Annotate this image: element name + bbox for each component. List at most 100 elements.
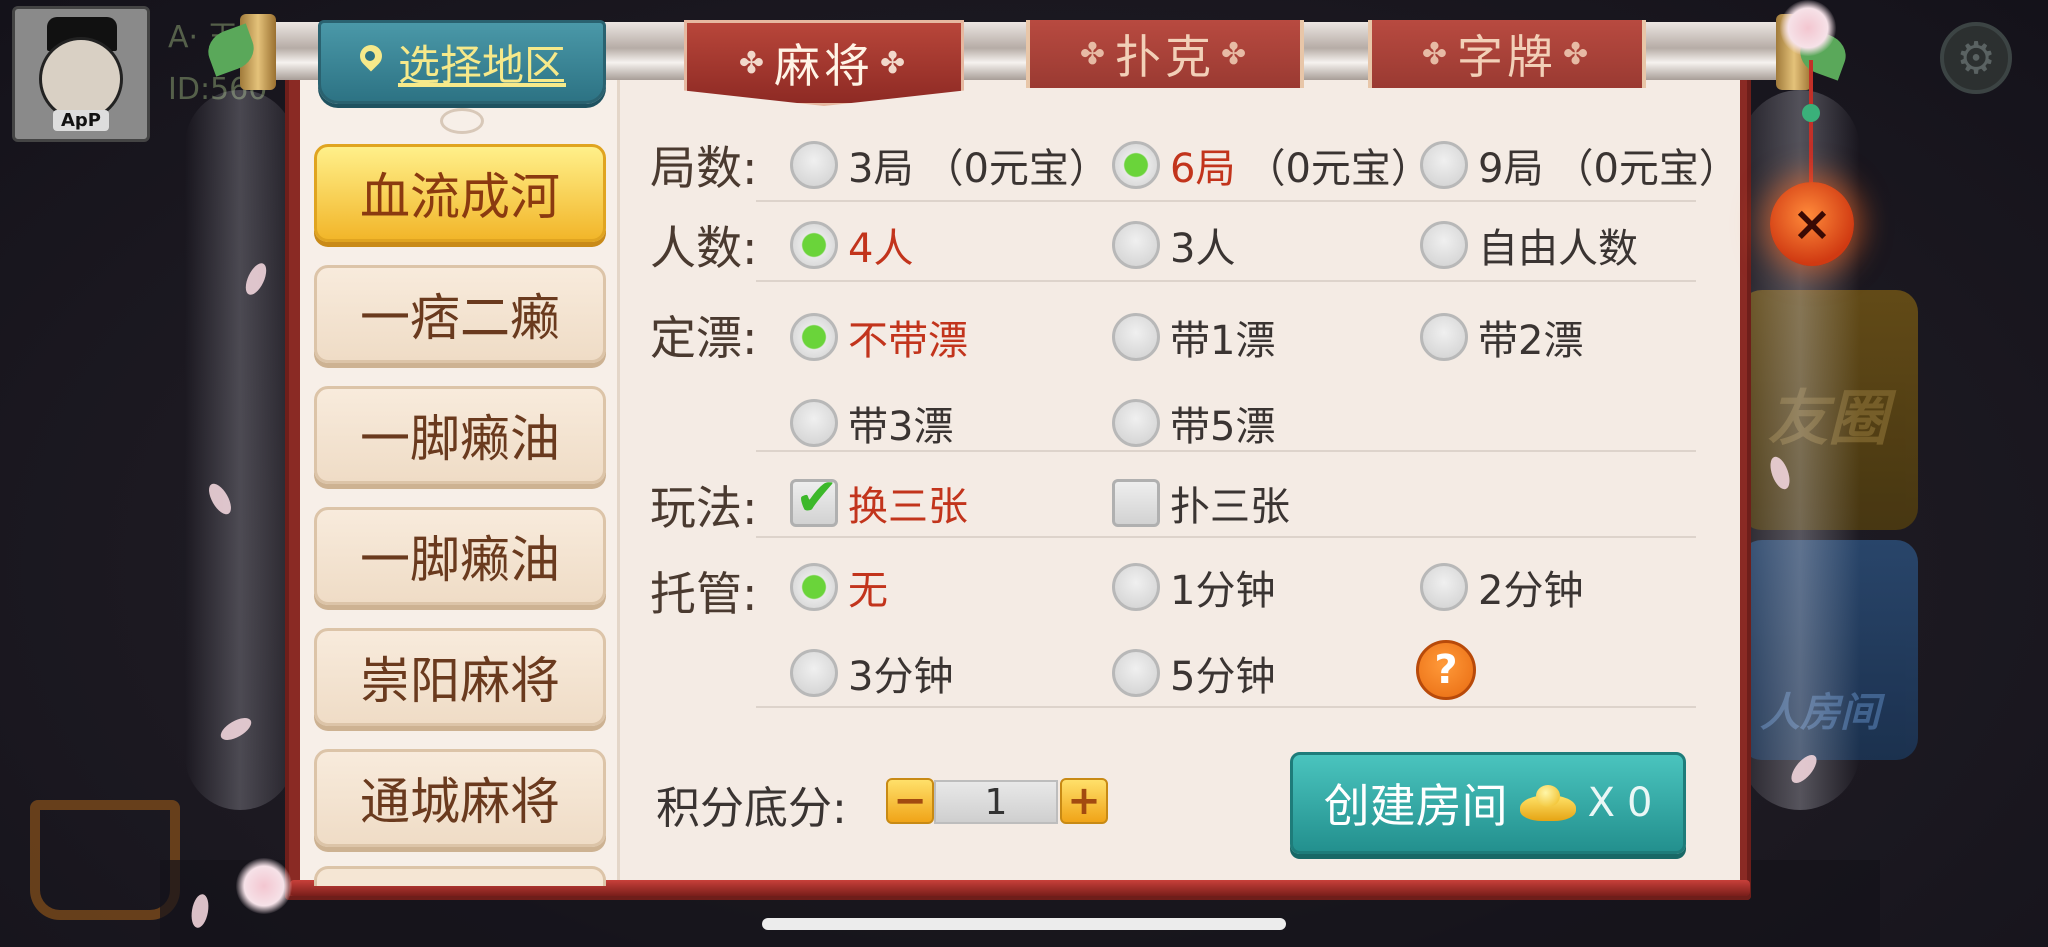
players-label: 人数: — [650, 221, 758, 275]
option-label: 带2漂 — [1478, 318, 1584, 364]
rules-label: 玩法: — [650, 481, 758, 535]
players-option-free[interactable]: 自由人数 — [1420, 216, 1638, 274]
piao-option-2[interactable]: 带2漂 — [1420, 308, 1583, 366]
tab-zipai-label: 字牌 — [1457, 30, 1557, 84]
ornament-icon: ✤ — [1421, 36, 1451, 72]
divider — [756, 706, 1696, 708]
rounds-option-9[interactable]: 9局 （0元宝） — [1420, 136, 1739, 194]
option-suffix: （0元宝） — [923, 146, 1109, 192]
option-label: 带5漂 — [1170, 404, 1276, 450]
game-item-yijiaolaiyou-2[interactable]: 一脚癞油 — [314, 507, 606, 605]
close-icon: × — [1791, 196, 1833, 252]
rule-pu-three[interactable]: 扑三张 — [1112, 474, 1290, 532]
help-icon[interactable]: ? — [1416, 640, 1476, 700]
option-label: 3局 — [848, 146, 914, 192]
ornament-icon: ✤ — [738, 45, 768, 81]
radio-icon — [1112, 399, 1160, 447]
tab-mahjong-label: 麻将 — [774, 39, 874, 93]
plus-icon: + — [1067, 778, 1101, 824]
option-suffix: （0元宝） — [1245, 146, 1431, 192]
trustee-option-5min[interactable]: 5分钟 — [1112, 644, 1275, 702]
divider — [756, 450, 1696, 452]
players-option-4[interactable]: 4人 — [790, 216, 913, 274]
create-room-label: 创建房间 — [1323, 779, 1508, 833]
divider — [756, 280, 1696, 282]
gold-ingot-icon — [1519, 785, 1576, 821]
game-item-tongcheng-mahjong[interactable]: 通城麻将 — [314, 749, 606, 847]
piao-option-3[interactable]: 带3漂 — [790, 394, 953, 452]
rule-swap-three[interactable]: 换三张 — [790, 468, 968, 532]
trustee-option-none[interactable]: 无 — [790, 558, 888, 616]
shop-cart-icon[interactable] — [30, 800, 180, 920]
checkbox-checked-icon — [790, 468, 839, 528]
game-item-label: 血流成河 — [360, 168, 560, 226]
piao-label: 定漂: — [650, 311, 758, 365]
home-indicator[interactable] — [762, 918, 1286, 930]
radio-icon — [1420, 141, 1468, 189]
option-label: 3人 — [1170, 226, 1236, 272]
trustee-option-2min[interactable]: 2分钟 — [1420, 558, 1583, 616]
option-suffix: （0元宝） — [1553, 146, 1739, 192]
player-avatar[interactable]: ApP — [12, 6, 150, 142]
radio-icon — [1420, 313, 1468, 361]
close-button[interactable]: × — [1770, 182, 1854, 266]
blossom-icon — [236, 858, 292, 914]
radio-icon — [790, 649, 838, 697]
divider — [756, 200, 1696, 202]
settings-gear-icon[interactable]: ⚙ — [1940, 22, 2012, 94]
option-label: 9局 — [1478, 146, 1544, 192]
rounds-label: 局数: — [650, 141, 758, 195]
trustee-option-3min[interactable]: 3分钟 — [790, 644, 953, 702]
tab-poker-label: 扑克 — [1115, 30, 1215, 84]
blossom-icon — [1780, 0, 1836, 56]
option-label: 1分钟 — [1170, 568, 1276, 614]
help-icon-glyph: ? — [1434, 647, 1458, 693]
select-region-button[interactable]: 选择地区 — [318, 20, 606, 104]
trustee-label: 托管: — [650, 567, 758, 621]
score-increase-button[interactable]: + — [1060, 778, 1108, 824]
score-decrease-button[interactable]: − — [886, 778, 934, 824]
piao-option-none[interactable]: 不带漂 — [790, 308, 968, 366]
select-region-label: 选择地区 — [397, 40, 566, 90]
create-room-times: X — [1587, 780, 1615, 826]
ornament-icon: ✤ — [880, 45, 910, 81]
tab-poker[interactable]: ✤ 扑克 ✤ — [1026, 20, 1304, 88]
radio-icon — [790, 141, 838, 189]
lantern-string — [1809, 60, 1813, 186]
game-item-label: 一痞二癞 — [360, 289, 560, 347]
game-item-xueliuchenghe[interactable]: 血流成河 — [314, 144, 606, 242]
tab-zipai[interactable]: ✤ 字牌 ✤ — [1368, 20, 1646, 88]
game-item-more[interactable] — [314, 866, 606, 886]
game-item-label: 通城麻将 — [360, 773, 560, 831]
ornament-icon: ✤ — [1563, 36, 1593, 72]
piao-option-5[interactable]: 带5漂 — [1112, 394, 1275, 452]
create-room-button[interactable]: 创建房间 X 0 — [1290, 752, 1686, 854]
game-item-label: 一脚癞油 — [360, 410, 560, 468]
trustee-option-1min[interactable]: 1分钟 — [1112, 558, 1275, 616]
face-icon — [39, 37, 123, 121]
option-label: 不带漂 — [848, 318, 968, 364]
option-label: 带1漂 — [1170, 318, 1276, 364]
players-option-3[interactable]: 3人 — [1112, 216, 1235, 274]
option-label: 6局 — [1170, 146, 1236, 192]
tab-mahjong[interactable]: ✤ 麻将 ✤ — [684, 20, 964, 106]
game-item-label: 一脚癞油 — [360, 531, 560, 589]
piao-option-1[interactable]: 带1漂 — [1112, 308, 1275, 366]
rounds-option-3[interactable]: 3局 （0元宝） — [790, 136, 1109, 194]
score-label: 积分底分: — [656, 783, 847, 834]
option-label: 换三张 — [848, 484, 968, 530]
avatar-label: ApP — [52, 110, 109, 131]
score-value: 1 — [934, 780, 1058, 824]
radio-selected-icon — [790, 313, 838, 361]
rounds-option-6[interactable]: 6局 （0元宝） — [1112, 136, 1431, 194]
game-item-chongyang-mahjong[interactable]: 崇阳麻将 — [314, 628, 606, 726]
radio-icon — [1420, 221, 1468, 269]
location-pin-icon — [358, 45, 384, 79]
radio-selected-icon — [790, 563, 838, 611]
radio-selected-icon — [790, 221, 838, 269]
radio-selected-icon — [1112, 141, 1160, 189]
option-label: 无 — [848, 568, 888, 614]
game-item-yijiaolaiyou[interactable]: 一脚癞油 — [314, 386, 606, 484]
option-label: 扑三张 — [1170, 484, 1290, 530]
game-item-yipierlai[interactable]: 一痞二癞 — [314, 265, 606, 363]
